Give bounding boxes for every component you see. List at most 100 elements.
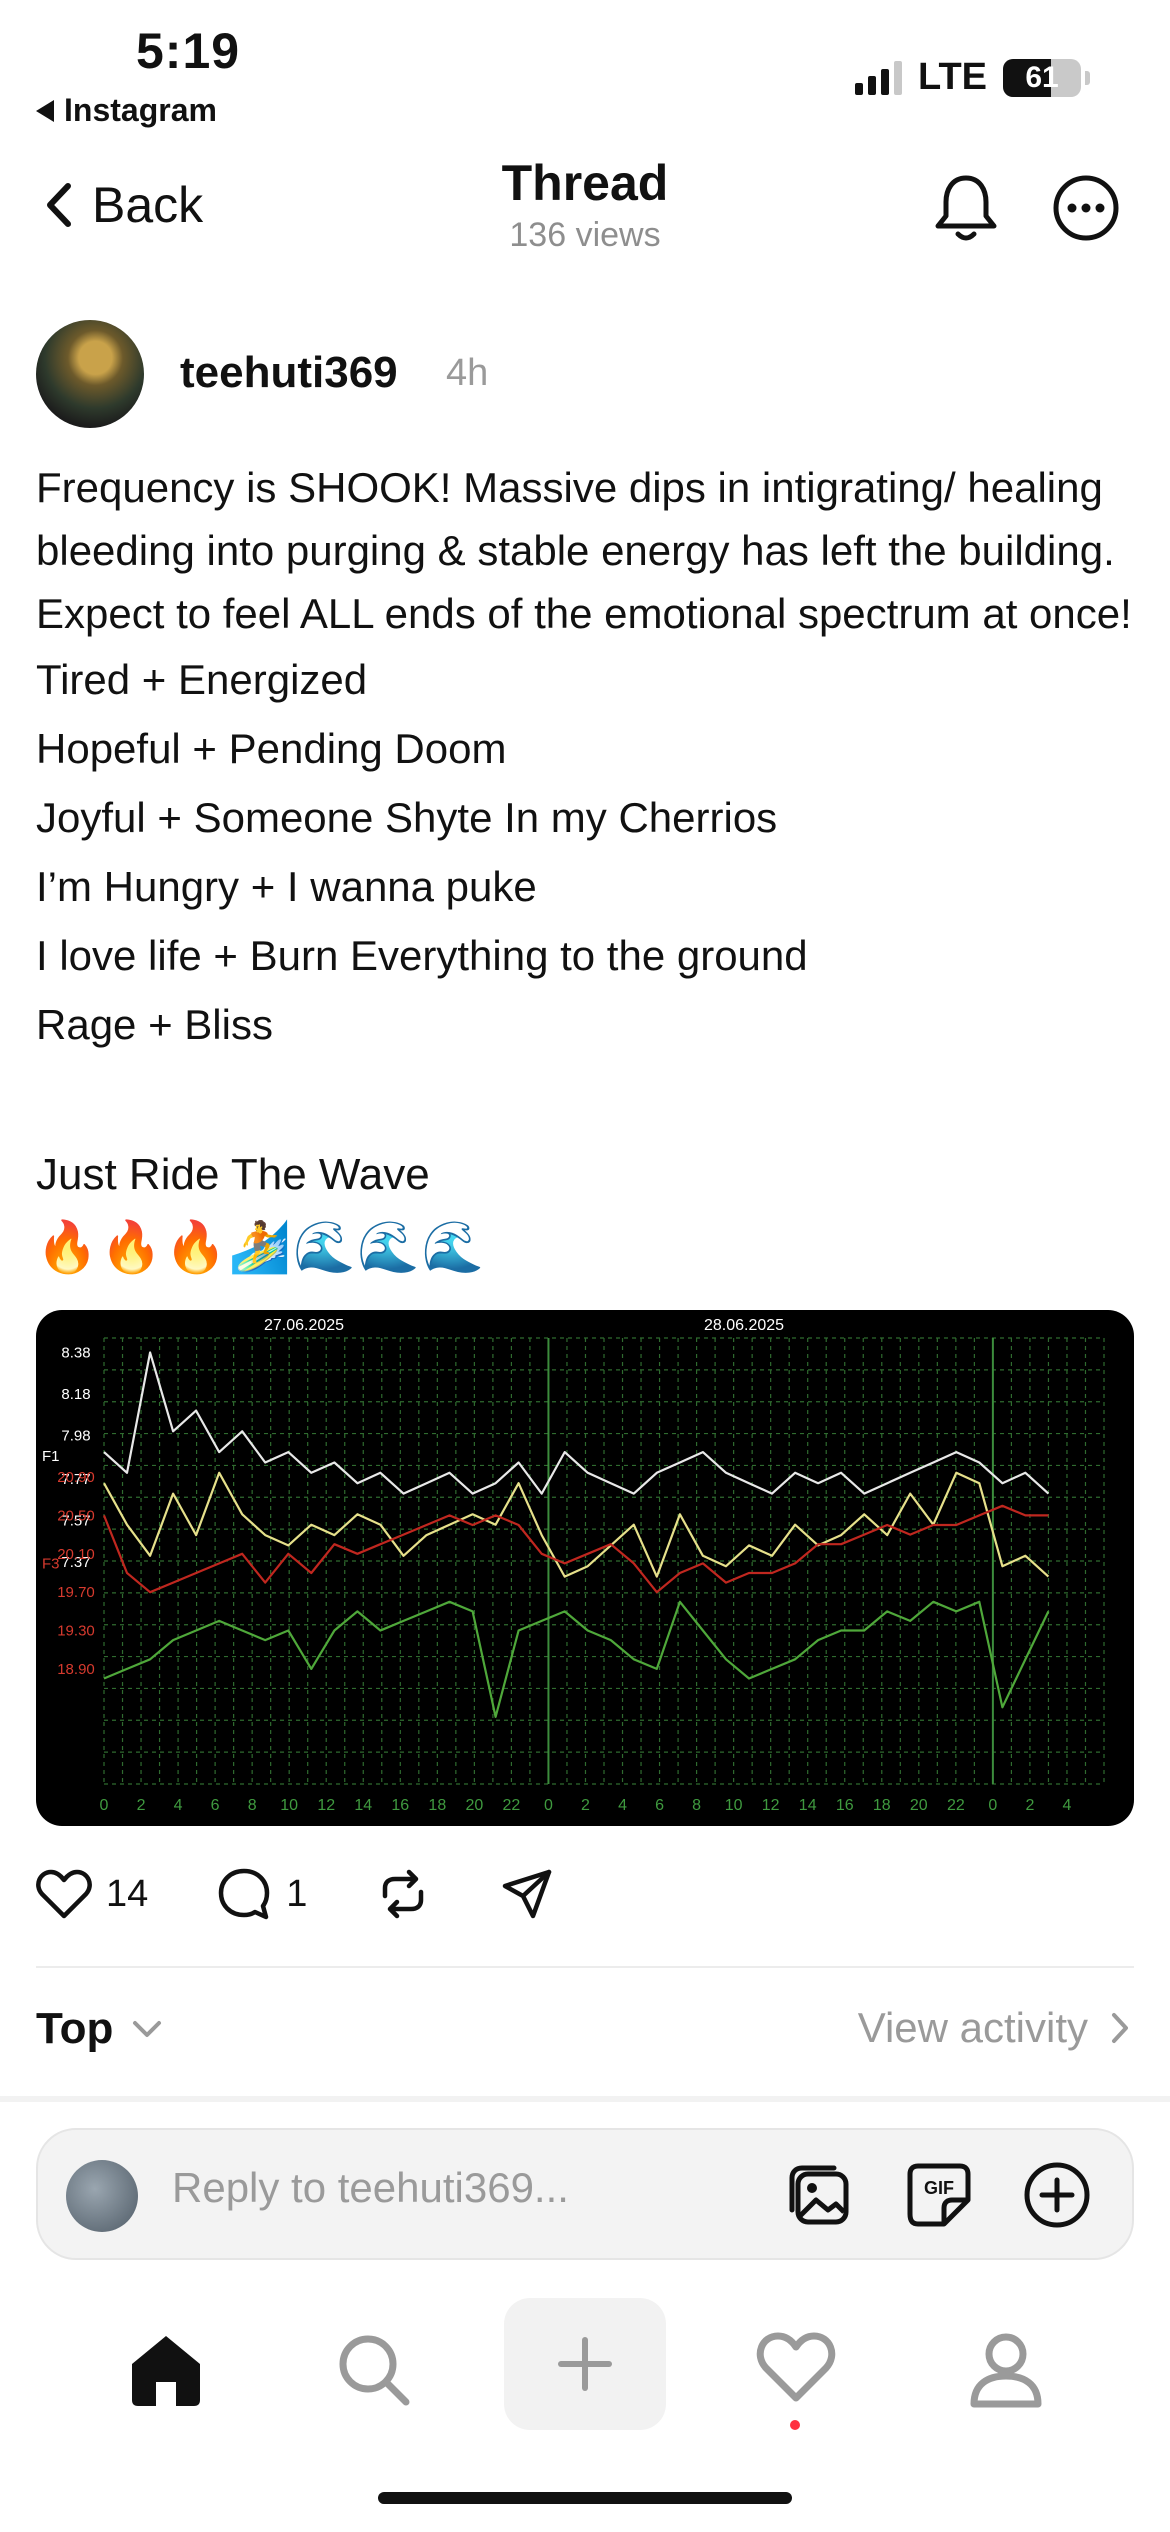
chart-f3-tick: 19.30 — [57, 1623, 95, 1640]
more-options-button[interactable] — [1050, 172, 1122, 249]
new-post-icon — [558, 2337, 612, 2391]
chart-x-tick: 8 — [692, 1797, 701, 1814]
chart-f3-label: F3 — [42, 1555, 60, 1572]
chart-x-tick: 4 — [1063, 1797, 1072, 1814]
chart-x-tick: 10 — [280, 1797, 298, 1814]
chart-x-tick: 2 — [581, 1797, 590, 1814]
tab-activity[interactable] — [756, 2330, 836, 2409]
author-avatar[interactable] — [36, 320, 144, 428]
chart-f3-tick: 20.50 — [57, 1507, 95, 1524]
chart-x-tick: 18 — [428, 1797, 446, 1814]
signal-icon — [855, 60, 903, 95]
author-username[interactable]: teehuti369 — [180, 348, 398, 398]
post-line: Tired + Energized — [36, 656, 368, 703]
profile-icon — [970, 2333, 1042, 2408]
plus-circle-icon — [1024, 2162, 1090, 2228]
chart-date-label: 28.06.2025 — [704, 1317, 784, 1334]
chart-x-tick: 12 — [762, 1797, 780, 1814]
add-gif-button[interactable]: GIF — [904, 2160, 974, 2235]
sort-dropdown[interactable]: Top — [36, 2004, 163, 2054]
chart-date-label: 27.06.2025 — [264, 1317, 344, 1334]
repost-button[interactable] — [375, 1866, 431, 1922]
chart-x-tick: 10 — [725, 1797, 743, 1814]
reply-bar: GIF — [36, 2128, 1134, 2260]
chart-x-tick: 12 — [317, 1797, 335, 1814]
home-icon — [132, 2336, 200, 2406]
network-label: LTE — [918, 56, 987, 98]
add-more-button[interactable] — [1022, 2160, 1092, 2235]
chart-f3-tick: 20.90 — [57, 1469, 95, 1486]
chart-x-tick: 16 — [391, 1797, 409, 1814]
bell-icon — [935, 175, 997, 241]
tab-new-post[interactable] — [504, 2298, 666, 2430]
post-actions: 14 1 — [36, 1866, 623, 1922]
post-closing: Just Ride The Wave — [36, 1150, 430, 1199]
post-line: I’m Hungry + I wanna puke — [36, 863, 537, 910]
sort-label: Top — [36, 2004, 114, 2053]
frequency-chart[interactable]: 27.06.2025 28.06.2025 8.38 8.18 7.98 7.77 7.57… — [36, 1310, 1134, 1826]
share-button[interactable] — [499, 1866, 555, 1922]
tab-search[interactable] — [334, 2330, 414, 2415]
chart-f3-tick: 19.70 — [57, 1584, 95, 1601]
post-time: 4h — [446, 352, 489, 394]
post-text: Frequency is SHOOK! Massive dips in inti… — [36, 456, 1146, 1059]
divider — [36, 1966, 1134, 1968]
gif-icon: GIF — [907, 2163, 971, 2227]
chart-x-tick: 6 — [655, 1797, 664, 1814]
chart-x-tick: 8 — [248, 1797, 257, 1814]
chart-x-tick: 14 — [354, 1797, 372, 1814]
post-line: Hopeful + Pending Doom — [36, 725, 507, 772]
comment-icon — [219, 1868, 270, 1920]
heart-icon — [36, 1869, 92, 1919]
svg-text:GIF: GIF — [924, 2178, 954, 2198]
view-activity-link[interactable]: View activity — [858, 2004, 1130, 2052]
frequency-chart-svg: 27.06.2025 28.06.20258.388.187.987.777.57… — [42, 1317, 1105, 1814]
chart-series-white — [103, 1351, 1050, 1495]
image-icon — [789, 2165, 849, 2225]
activity-icon — [756, 2332, 836, 2402]
battery-level: 61 — [1025, 60, 1059, 94]
post-paragraph: Frequency is SHOOK! Massive dips in inti… — [36, 464, 1132, 637]
tab-home[interactable] — [126, 2330, 206, 2413]
home-indicator — [378, 2492, 792, 2504]
chart-x-tick: 2 — [1025, 1797, 1034, 1814]
status-indicators: LTE 61 — [855, 56, 1090, 99]
chart-f1-tick: 8.18 — [61, 1386, 90, 1403]
comment-button[interactable]: 1 — [216, 1866, 307, 1922]
view-activity-label: View activity — [857, 2004, 1088, 2051]
back-triangle-icon — [36, 99, 54, 122]
chart-x-tick: 0 — [544, 1797, 553, 1814]
chart-x-tick: 22 — [503, 1797, 521, 1814]
post-emojis: 🔥🔥🔥🏄🌊🌊🌊 — [36, 1219, 486, 1275]
chart-x-tick: 20 — [910, 1797, 928, 1814]
chevron-down-icon — [133, 2021, 162, 2037]
chart-f1-tick: 8.38 — [61, 1345, 90, 1362]
tab-profile[interactable] — [966, 2330, 1046, 2415]
my-avatar — [66, 2160, 138, 2232]
chart-x-tick: 2 — [137, 1797, 146, 1814]
reply-input[interactable] — [172, 2164, 772, 2212]
chart-x-tick: 4 — [618, 1797, 627, 1814]
add-image-button[interactable] — [784, 2160, 854, 2235]
chart-x-tick: 0 — [100, 1797, 109, 1814]
send-icon — [503, 1869, 552, 1919]
chart-x-tick: 0 — [988, 1797, 997, 1814]
back-to-app-link[interactable]: Instagram — [36, 92, 217, 129]
notification-bell-button[interactable] — [928, 170, 1004, 251]
section-divider — [0, 2096, 1170, 2102]
battery-icon: 61 — [1003, 58, 1081, 97]
chart-x-tick: 16 — [836, 1797, 854, 1814]
post-line: Rage + Bliss — [36, 1001, 273, 1048]
post-line: I love life + Burn Everything to the gro… — [36, 932, 808, 979]
search-icon — [339, 2335, 410, 2406]
chart-x-tick: 6 — [211, 1797, 220, 1814]
chart-x-tick: 4 — [174, 1797, 183, 1814]
chart-f1-tick: 7.98 — [61, 1427, 90, 1444]
comment-count: 1 — [286, 1872, 308, 1915]
chart-series-green — [103, 1600, 1050, 1718]
like-count: 14 — [106, 1872, 149, 1915]
chart-x-tick: 20 — [465, 1797, 483, 1814]
like-button[interactable]: 14 — [36, 1868, 148, 1920]
chevron-right-icon — [1112, 2013, 1128, 2043]
chart-f3-tick: 20.10 — [57, 1546, 95, 1563]
